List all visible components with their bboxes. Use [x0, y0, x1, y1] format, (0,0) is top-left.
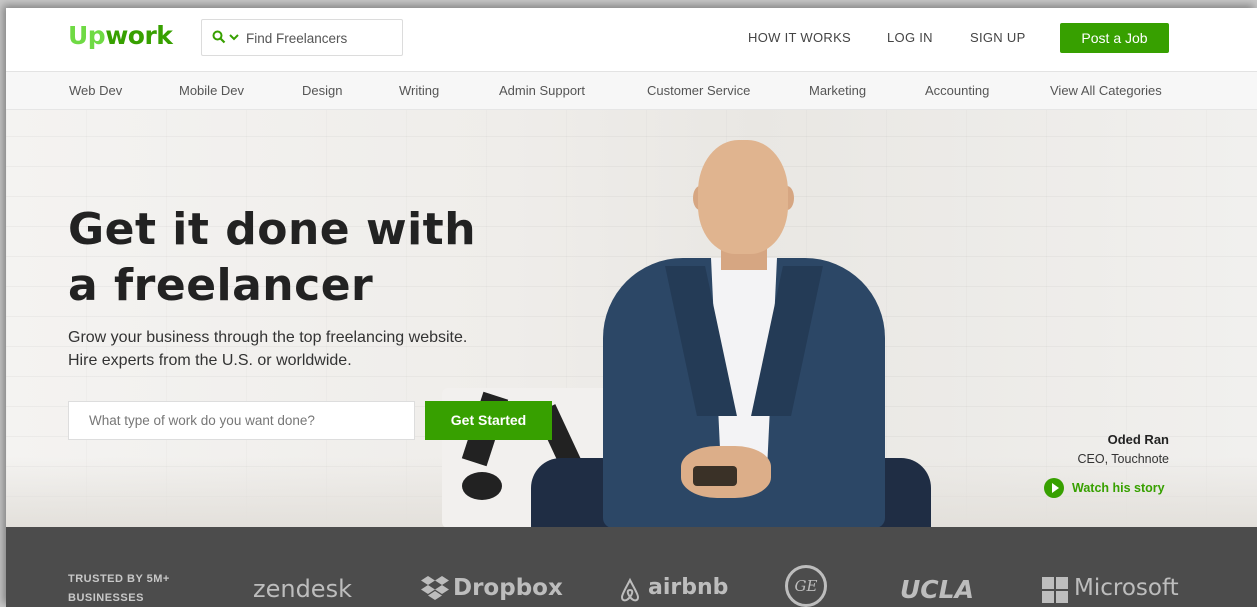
category-accounting[interactable]: Accounting	[925, 83, 989, 98]
headline-line-2: a freelancer	[68, 260, 374, 311]
get-started-button[interactable]: Get Started	[425, 401, 552, 440]
headline-line-1: Get it done with	[68, 204, 477, 255]
category-view-all[interactable]: View All Categories	[1050, 83, 1162, 98]
nav-how-it-works[interactable]: HOW IT WORKS	[748, 30, 851, 45]
category-customer-service[interactable]: Customer Service	[647, 83, 750, 98]
post-job-button[interactable]: Post a Job	[1060, 23, 1169, 53]
search-controls[interactable]	[212, 30, 240, 44]
work-type-input[interactable]: What type of work do you want done?	[68, 401, 415, 440]
logo-work: work	[105, 21, 173, 50]
hero-subline: Grow your business through the top freel…	[68, 329, 468, 369]
zendesk-logo: zendesk	[253, 575, 352, 603]
page-frame: Upwork Find Freelancers HOW IT WORKS LOG…	[6, 8, 1257, 607]
search-placeholder[interactable]: Find Freelancers	[246, 31, 347, 46]
category-design[interactable]: Design	[302, 83, 342, 98]
category-marketing[interactable]: Marketing	[809, 83, 866, 98]
category-writing[interactable]: Writing	[399, 83, 439, 98]
dropbox-icon	[421, 576, 449, 600]
watch-story-label[interactable]: Watch his story	[1072, 481, 1165, 495]
hero-person-photo	[521, 128, 931, 527]
watch-story-link[interactable]: Watch his story	[1044, 478, 1165, 498]
top-header: Upwork Find Freelancers HOW IT WORKS LOG…	[6, 8, 1257, 72]
microsoft-icon	[1042, 577, 1068, 603]
dropbox-logo: Dropbox	[453, 575, 563, 601]
nav-log-in[interactable]: LOG IN	[887, 30, 933, 45]
category-admin-support[interactable]: Admin Support	[499, 83, 585, 98]
ge-logo: GE	[785, 565, 827, 607]
category-bar: Web Dev Mobile Dev Design Writing Admin …	[6, 72, 1257, 110]
search-icon	[212, 30, 226, 44]
testimonial-name: Oded Ran	[1107, 432, 1169, 447]
upwork-logo[interactable]: Upwork	[68, 21, 173, 50]
work-type-placeholder[interactable]: What type of work do you want done?	[89, 413, 315, 428]
chevron-down-icon	[229, 34, 239, 41]
hero-headline: Get it done with a freelancer	[68, 202, 538, 314]
logo-up: Up	[68, 21, 106, 50]
hero-section: Get it done with a freelancer Grow your …	[6, 110, 1257, 527]
trusted-label: TRUSTED BY 5M+ BUSINESSES	[68, 573, 170, 604]
nav-sign-up[interactable]: SIGN UP	[970, 30, 1026, 45]
airbnb-logo: airbnb	[648, 575, 729, 600]
trusted-by-strip: TRUSTED BY 5M+ BUSINESSES zendesk Dropbo…	[6, 527, 1257, 607]
testimonial-role: CEO, Touchnote	[1077, 452, 1170, 466]
ucla-logo: UCLA	[900, 575, 974, 604]
freelancer-search[interactable]: Find Freelancers	[201, 19, 403, 56]
category-mobile-dev[interactable]: Mobile Dev	[179, 83, 244, 98]
category-web-dev[interactable]: Web Dev	[69, 83, 122, 98]
microsoft-logo: Microsoft	[1074, 575, 1179, 601]
airbnb-icon	[620, 577, 640, 602]
play-icon[interactable]	[1044, 478, 1064, 498]
